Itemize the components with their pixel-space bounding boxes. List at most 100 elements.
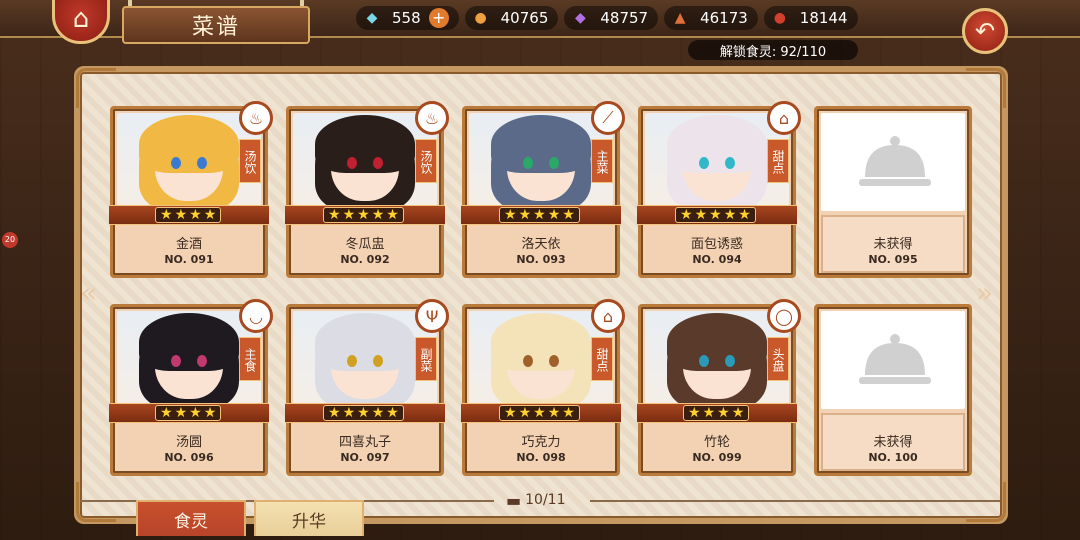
star-icon: ★ (518, 405, 532, 421)
star-rating: ★ ★ ★ ★ ★ (675, 207, 756, 223)
diamond-icon: ◆ (366, 10, 378, 26)
eye (725, 157, 735, 169)
star-rating: ★ ★ ★ ★ ★ (499, 405, 580, 421)
add-diamond-button[interactable]: + (428, 8, 449, 28)
star-icon: ★ (738, 207, 751, 223)
eye (171, 355, 181, 367)
drum-icon: ● (773, 10, 786, 26)
star-icon: ★ (562, 405, 575, 421)
page-title-text: 菜谱 (191, 15, 240, 40)
hair-front (667, 115, 767, 173)
dish-type-tag: 甜点 (767, 139, 789, 183)
hair-front (139, 115, 239, 173)
star-icon: ★ (174, 207, 188, 223)
corner-ornament (76, 482, 116, 522)
hair-front (667, 313, 767, 371)
star-icon: ★ (717, 405, 730, 421)
resource-bar: ◆ 558 + ● 40765 ◆ 48757 ▲ 46173 ● 18144 (356, 5, 864, 31)
character-number: NO. 098 (516, 451, 566, 464)
notification-badge-count: 20 (4, 235, 16, 244)
dish-type-tag: 汤饮 (415, 139, 437, 183)
star-icon: ★ (518, 207, 532, 223)
resource-drum: ● 18144 (763, 6, 858, 30)
recipe-card[interactable]: ★ ★ ★ ★ ♨ 汤饮 金酒 NO. 091 (109, 101, 273, 278)
recipe-card[interactable]: 未获得 NO. 100 (814, 304, 972, 476)
star-icon: ★ (688, 405, 701, 421)
corner-ornament (966, 482, 1006, 522)
tab-food-soul[interactable]: 食灵 (136, 500, 246, 536)
star-icon: ★ (189, 405, 202, 421)
star-icon: ★ (709, 207, 722, 223)
resource-value: 46173 (700, 9, 748, 27)
recipe-card[interactable]: ★ ★ ★ ★ ★ Ψ 副菜 四喜丸子 NO. 097 (285, 299, 449, 476)
star-icon: ★ (342, 207, 356, 223)
star-icon: ★ (562, 207, 575, 223)
back-button[interactable]: ↶ (962, 8, 1008, 54)
eye (523, 355, 533, 367)
prev-page-arrow[interactable]: « (80, 276, 97, 309)
tab-food-soul-label: 食灵 (174, 511, 208, 532)
star-icon: ★ (386, 207, 399, 223)
dish-type-tag: 头盘 (767, 337, 789, 381)
unlock-counter: 解锁食灵: 92/110 (688, 40, 858, 60)
eye (373, 355, 383, 367)
recipe-card[interactable]: ★ ★ ★ ★ ★ ♨ 汤饮 冬瓜盅 NO. 092 (285, 101, 449, 278)
resource-diamond: ◆ 558 + (356, 6, 459, 30)
character-name: 金酒 (175, 237, 202, 252)
knife-icon: ⟋ (591, 101, 625, 135)
eye (725, 355, 735, 367)
resource-value: 18144 (799, 9, 848, 27)
cake-icon: ⌂ (591, 299, 625, 333)
undo-arrow-icon: ↶ (974, 17, 996, 45)
recipe-card[interactable]: 未获得 NO. 095 (814, 106, 972, 278)
recipe-card[interactable]: ★ ★ ★ ★ ★ ⌂ 甜点 面包诱惑 NO. 094 (637, 101, 801, 278)
resource-crystal: ◆ 48757 (564, 6, 659, 30)
eye (523, 157, 533, 169)
star-icon: ★ (533, 405, 546, 421)
star-rating: ★ ★ ★ ★ (155, 207, 222, 223)
star-rating: ★ ★ ★ ★ (683, 405, 750, 421)
character-number: NO. 095 (868, 253, 918, 266)
recipe-card[interactable]: ★ ★ ★ ★ ★ ⟋ 主菜 洛天依 NO. 093 (461, 101, 625, 278)
page-indicator: ▬ 10/11 (506, 490, 565, 510)
recipe-card[interactable]: ★ ★ ★ ★ ★ ⌂ 甜点 巧克力 NO. 098 (461, 299, 625, 476)
star-icon: ★ (357, 207, 370, 223)
tab-ascension[interactable]: 升华 (254, 500, 364, 536)
star-icon: ★ (357, 405, 370, 421)
cloche-icon (859, 136, 931, 186)
locked-portrait (821, 311, 965, 409)
recipe-card[interactable]: ★ ★ ★ ★ ◯ 头盘 竹轮 NO. 099 (637, 299, 801, 476)
character-name: 四喜丸子 (338, 435, 391, 450)
dish-type-tag: 甜点 (591, 337, 613, 381)
star-rating: ★ ★ ★ ★ ★ (323, 405, 404, 421)
notification-badge[interactable]: 20 (2, 232, 18, 248)
character-name: 未获得 (873, 435, 913, 450)
star-icon: ★ (504, 405, 517, 421)
star-icon: ★ (680, 207, 693, 223)
rice-bowl-icon: ◡ (239, 299, 273, 333)
star-icon: ★ (160, 405, 173, 421)
resource-value: 558 (392, 9, 421, 27)
eye (699, 157, 709, 169)
star-icon: ★ (547, 207, 561, 223)
next-page-arrow[interactable]: » (976, 276, 993, 309)
dish-type-tag: 汤饮 (239, 139, 261, 183)
star-icon: ★ (174, 405, 188, 421)
star-icon: ★ (342, 405, 356, 421)
pager-divider-right (590, 500, 1000, 502)
character-name: 未获得 (873, 237, 913, 252)
star-icon: ★ (386, 405, 399, 421)
resource-juice: ● 40765 (464, 6, 559, 30)
corner-ornament (76, 68, 116, 108)
dish-type-tag: 主食 (239, 337, 261, 381)
locked-portrait (821, 113, 965, 211)
star-icon: ★ (328, 207, 341, 223)
resource-value: 40765 (500, 9, 549, 27)
character-number: NO. 094 (692, 253, 742, 266)
page-title: 菜谱 (122, 6, 310, 44)
eye (171, 157, 181, 169)
star-icon: ★ (203, 207, 217, 223)
resource-value: 48757 (600, 9, 649, 27)
eye (347, 355, 357, 367)
recipe-card[interactable]: ★ ★ ★ ★ ◡ 主食 汤圆 NO. 096 (109, 299, 273, 476)
